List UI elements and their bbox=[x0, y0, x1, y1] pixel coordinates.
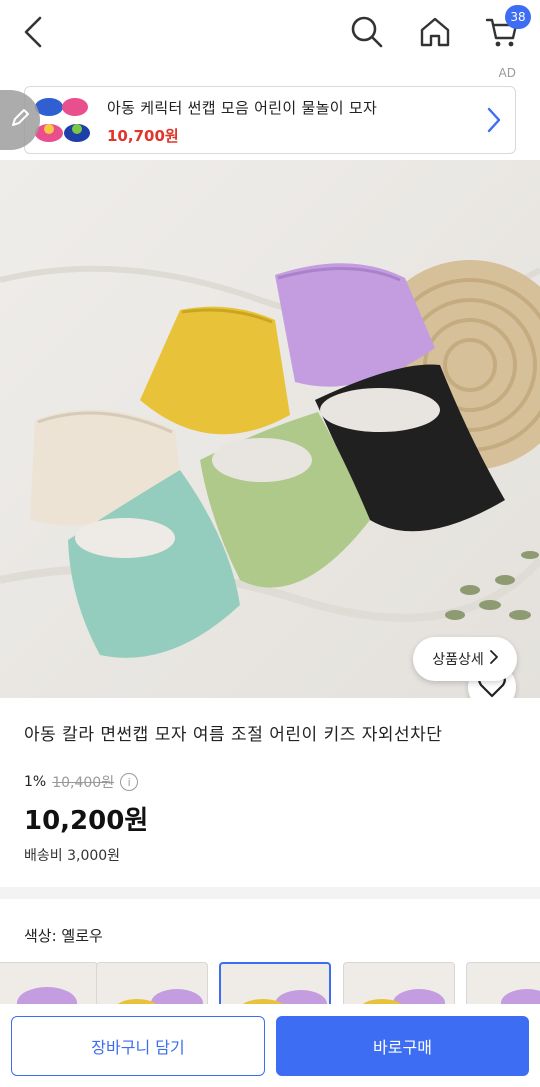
home-icon[interactable] bbox=[415, 12, 455, 52]
product-detail-button[interactable]: 상품상세 bbox=[413, 637, 517, 681]
selected-option-label: 색상: 옐로우 bbox=[24, 927, 103, 945]
discount-row: 1% 10,400원 i bbox=[24, 772, 139, 792]
ad-banner[interactable]: 아동 케릭터 썬캡 모음 어린이 물놀이 모자 10,700원 bbox=[24, 86, 516, 154]
buy-now-button[interactable]: 바로구매 bbox=[276, 1016, 529, 1076]
search-icon[interactable] bbox=[347, 12, 387, 52]
sale-price: 10,200원 bbox=[24, 806, 149, 836]
ad-title: 아동 케릭터 썬캡 모음 어린이 물놀이 모자 bbox=[107, 99, 378, 117]
section-divider bbox=[0, 887, 540, 899]
chevron-right-icon bbox=[489, 650, 498, 668]
back-icon[interactable] bbox=[14, 12, 54, 52]
ad-price: 10,700원 bbox=[107, 127, 179, 145]
info-icon[interactable]: i bbox=[120, 773, 139, 791]
original-price: 10,400원 bbox=[52, 775, 115, 791]
bottom-action-bar: 장바구니 담기 바로구매 bbox=[0, 1004, 540, 1087]
pencil-icon bbox=[9, 107, 31, 133]
ad-thumbnail bbox=[31, 93, 95, 149]
shipping-fee: 배송비 3,000원 bbox=[24, 848, 121, 864]
chevron-right-icon bbox=[487, 107, 501, 137]
product-detail-label: 상품상세 bbox=[432, 652, 484, 668]
discount-rate: 1% bbox=[24, 774, 47, 790]
top-navigation: 38 bbox=[0, 0, 540, 66]
product-image[interactable] bbox=[0, 160, 540, 698]
add-to-cart-button[interactable]: 장바구니 담기 bbox=[11, 1016, 265, 1076]
product-title: 아동 칼라 면썬캡 모자 여름 조절 어린이 키즈 자외선차단 bbox=[24, 725, 443, 745]
cart-count-badge: 38 bbox=[505, 5, 531, 29]
ad-label: AD bbox=[498, 66, 516, 80]
